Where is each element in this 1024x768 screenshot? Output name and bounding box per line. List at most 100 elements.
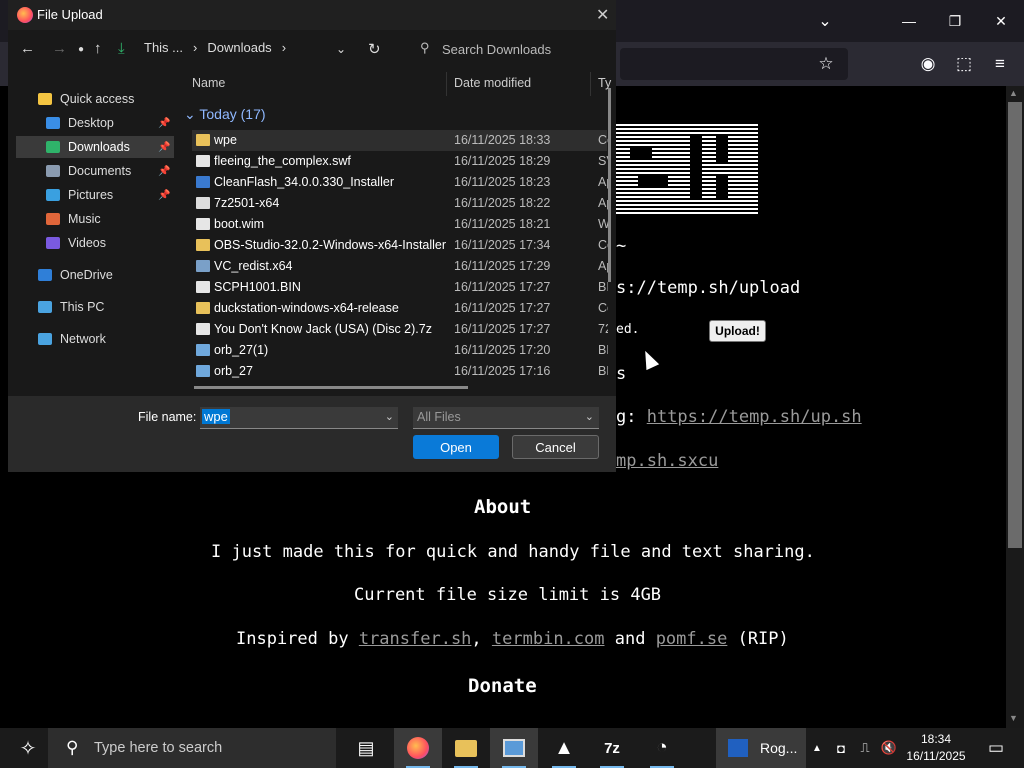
- horizontal-scrollbar[interactable]: [194, 386, 468, 389]
- name-column-header[interactable]: Name: [192, 76, 225, 90]
- file-type: Ce: [598, 301, 608, 315]
- date-column-header[interactable]: Date modified: [454, 76, 531, 90]
- file-name: 7z2501-x64: [214, 196, 280, 210]
- group-header[interactable]: ⌄ Today (17): [184, 106, 266, 123]
- page-scrollbar-thumb[interactable]: [1008, 102, 1022, 548]
- pin-icon[interactable]: 📌: [158, 190, 170, 201]
- file-name-value[interactable]: wpe: [202, 409, 230, 424]
- meet-icon[interactable]: ◘: [830, 728, 852, 768]
- sxcu-link[interactable]: mp.sh.sxcu: [616, 451, 718, 471]
- file-date: 16/11/2025 18:23: [454, 175, 551, 189]
- file-row[interactable]: fleeing_the_complex.swf 16/11/2025 18:29 S…: [192, 151, 608, 172]
- file-row[interactable]: OBS-Studio-32.0.2-Windows-x64-Installer 1…: [192, 235, 608, 256]
- pin-icon[interactable]: 📌: [158, 166, 170, 177]
- dialog-close-button[interactable]: ✕: [596, 5, 609, 25]
- forward-arrow-icon[interactable]: →: [52, 40, 67, 57]
- file-row[interactable]: orb_27 16/11/2025 17:16 BN: [192, 361, 608, 382]
- scroll-down-arrow-icon[interactable]: ▼: [1009, 713, 1018, 723]
- file-date: 16/11/2025 17:27: [454, 301, 551, 315]
- file-row[interactable]: SCPH1001.BIN 16/11/2025 17:27 BI: [192, 277, 608, 298]
- breadcrumb[interactable]: This ... › Downloads ›: [144, 40, 296, 55]
- photos-icon[interactable]: ▲: [540, 728, 588, 768]
- open-button[interactable]: Open: [413, 435, 499, 459]
- recent-dot-icon[interactable]: ●: [78, 44, 84, 55]
- firefox-taskbar-icon[interactable]: [394, 728, 442, 768]
- minimize-button[interactable]: —: [886, 0, 932, 42]
- maximize-button[interactable]: ❐: [932, 0, 978, 42]
- file-name-input[interactable]: wpe ⌄: [200, 407, 398, 429]
- termbin-link[interactable]: termbin.com: [492, 629, 605, 649]
- vertical-scrollbar[interactable]: [608, 88, 611, 282]
- app-window-icon[interactable]: [490, 728, 538, 768]
- 7zip-taskbar-icon[interactable]: 7z: [588, 728, 636, 768]
- volume-muted-icon[interactable]: 🔇: [878, 728, 900, 768]
- inspired-suffix: (RIP): [727, 629, 789, 649]
- file-row[interactable]: wpe 16/11/2025 18:33 Ce: [192, 130, 608, 151]
- pomf-link[interactable]: pomf.se: [656, 629, 728, 649]
- tab-list-chevron-icon[interactable]: ⌄: [812, 8, 838, 34]
- onedrive-icon: [38, 269, 52, 281]
- back-arrow-icon[interactable]: ←: [20, 40, 35, 57]
- cancel-button[interactable]: Cancel: [512, 435, 599, 459]
- running-app-button[interactable]: Rog...: [716, 728, 806, 768]
- gauge-app-icon[interactable]: ◔: [638, 728, 686, 768]
- notifications-icon[interactable]: ▭: [976, 728, 1016, 768]
- taskbar-search[interactable]: ⚲ Type here to search: [48, 728, 336, 768]
- file-icon: [196, 281, 210, 293]
- pin-icon[interactable]: 📌: [158, 142, 170, 153]
- file-name-dropdown-icon[interactable]: ⌄: [385, 410, 394, 423]
- close-window-button[interactable]: ✕: [978, 0, 1024, 42]
- refresh-icon[interactable]: ↻: [368, 40, 381, 58]
- nav-item-quick-access[interactable]: Quick access: [16, 88, 174, 110]
- file-icon: [196, 323, 210, 335]
- bookmark-star-icon[interactable]: ☆: [814, 52, 838, 76]
- network-icon[interactable]: ⎍: [854, 728, 876, 768]
- transfer-link[interactable]: transfer.sh: [359, 629, 472, 649]
- upload-button[interactable]: Upload!: [709, 320, 766, 342]
- upsh-link[interactable]: https://temp.sh/up.sh: [647, 407, 862, 427]
- limit-text: Current file size limit is 4GB: [354, 585, 662, 605]
- nav-item-videos[interactable]: Videos: [16, 232, 174, 254]
- nav-item-desktop[interactable]: Desktop 📌: [16, 112, 174, 134]
- nav-item-documents[interactable]: Documents 📌: [16, 160, 174, 182]
- clock[interactable]: 18:34 16/11/2025: [904, 731, 968, 765]
- search-input[interactable]: [442, 39, 607, 59]
- nav-item-onedrive[interactable]: OneDrive: [16, 264, 174, 286]
- file-row[interactable]: orb_27(1) 16/11/2025 17:20 BN: [192, 340, 608, 361]
- column-divider[interactable]: [590, 72, 591, 96]
- file-date: 16/11/2025 18:29: [454, 154, 551, 168]
- file-row[interactable]: 7z2501-x64 16/11/2025 18:22 Ap: [192, 193, 608, 214]
- account-icon[interactable]: ◉: [916, 52, 940, 76]
- task-view-icon[interactable]: ▤: [342, 728, 390, 768]
- file-date: 16/11/2025 18:21: [454, 217, 551, 231]
- script-line: g: https://temp.sh/up.sh: [616, 407, 862, 427]
- nav-item-downloads[interactable]: Downloads 📌: [16, 136, 174, 158]
- nav-item-pictures[interactable]: Pictures 📌: [16, 184, 174, 206]
- file-type-select[interactable]: All Files ⌄: [413, 407, 599, 429]
- file-date: 16/11/2025 17:20: [454, 343, 551, 357]
- column-divider[interactable]: [446, 72, 447, 96]
- file-row[interactable]: VC_redist.x64 16/11/2025 17:29 Ap: [192, 256, 608, 277]
- search-box[interactable]: ⚲: [414, 36, 614, 62]
- nav-item-music[interactable]: Music: [16, 208, 174, 230]
- extensions-icon[interactable]: ⬚: [952, 52, 976, 76]
- file-row[interactable]: You Don't Know Jack (USA) (Disc 2).7z 16/…: [192, 319, 608, 340]
- menu-icon[interactable]: ≡: [988, 52, 1012, 76]
- show-hidden-icons-icon[interactable]: ▲: [808, 728, 826, 768]
- address-dropdown-icon[interactable]: ⌄: [336, 42, 346, 56]
- nav-item-network[interactable]: Network: [16, 328, 174, 350]
- scroll-up-arrow-icon[interactable]: ▲: [1009, 88, 1018, 98]
- file-row[interactable]: CleanFlash_34.0.0.330_Installer 16/11/202…: [192, 172, 608, 193]
- up-arrow-icon[interactable]: ↑: [94, 40, 102, 57]
- file-explorer-icon[interactable]: [442, 728, 490, 768]
- start-button[interactable]: ✧: [4, 728, 52, 768]
- pin-icon[interactable]: 📌: [158, 118, 170, 129]
- file-row[interactable]: boot.wim 16/11/2025 18:21 W: [192, 214, 608, 235]
- file-type: 72: [598, 322, 608, 336]
- file-row[interactable]: duckstation-windows-x64-release 16/11/202…: [192, 298, 608, 319]
- file-date: 16/11/2025 17:27: [454, 280, 551, 294]
- videos-icon: [46, 237, 60, 249]
- nav-item-this-pc[interactable]: This PC: [16, 296, 174, 318]
- breadcrumb-item[interactable]: Downloads: [207, 40, 271, 55]
- breadcrumb-item[interactable]: This ...: [144, 40, 183, 55]
